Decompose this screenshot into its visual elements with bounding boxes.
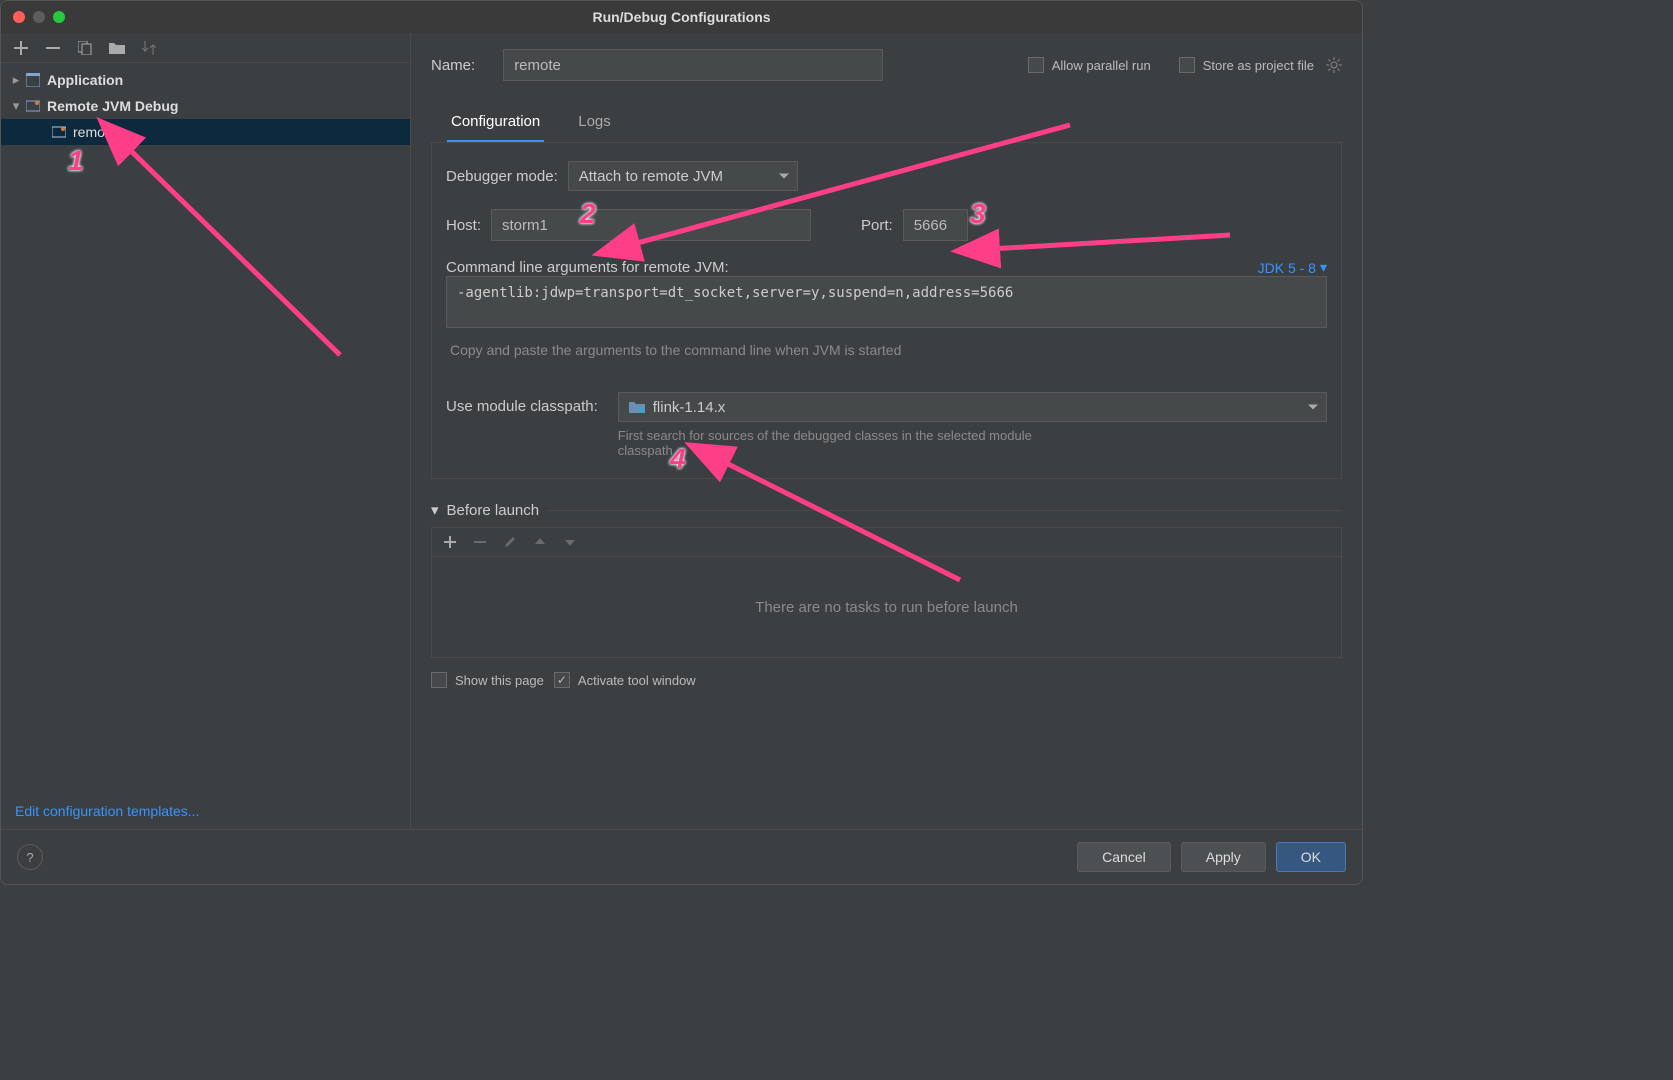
name-input[interactable]	[503, 49, 883, 81]
folder-icon[interactable]	[109, 40, 125, 56]
chevron-down-icon: ▾	[1320, 259, 1327, 276]
cmd-args-label: Command line arguments for remote JVM:	[446, 259, 729, 276]
debugger-mode-row: Debugger mode: Attach to remote JVM	[446, 161, 1327, 191]
cmd-args-section: Command line arguments for remote JVM: J…	[446, 259, 1327, 358]
copy-config-icon[interactable]	[77, 40, 93, 56]
module-classpath-value: flink-1.14.x	[653, 399, 726, 416]
apply-button[interactable]: Apply	[1181, 842, 1266, 872]
remote-debug-icon	[25, 98, 41, 114]
tab-configuration[interactable]: Configuration	[447, 107, 544, 142]
show-this-page-label: Show this page	[455, 673, 544, 688]
name-row: Name: Allow parallel run Store as projec…	[431, 49, 1342, 81]
before-launch-box: There are no tasks to run before launch	[431, 527, 1342, 658]
port-label: Port:	[861, 217, 893, 234]
before-launch-header[interactable]: ▾ Before launch	[431, 501, 1342, 519]
sidebar: ▸ Application ▾ Remote JVM Debug	[1, 33, 411, 829]
config-tree: ▸ Application ▾ Remote JVM Debug	[1, 63, 410, 793]
application-icon	[25, 72, 41, 88]
allow-parallel-checkbox-row[interactable]: Allow parallel run	[1028, 57, 1151, 73]
store-as-project-checkbox[interactable]	[1179, 57, 1195, 73]
titlebar: Run/Debug Configurations	[1, 1, 1362, 33]
tree-label: Application	[47, 72, 123, 88]
window-title: Run/Debug Configurations	[1, 9, 1362, 25]
tabs: Configuration Logs	[431, 107, 1342, 143]
module-classpath-select[interactable]: flink-1.14.x	[618, 392, 1327, 422]
store-as-project-label: Store as project file	[1203, 58, 1314, 73]
cancel-button[interactable]: Cancel	[1077, 842, 1171, 872]
debugger-mode-select[interactable]: Attach to remote JVM	[568, 161, 798, 191]
help-button[interactable]: ?	[17, 844, 43, 870]
move-up-icon[interactable]	[532, 534, 548, 550]
debugger-mode-value: Attach to remote JVM	[579, 168, 723, 185]
add-task-icon[interactable]	[442, 534, 458, 550]
edit-templates-link[interactable]: Edit configuration templates...	[15, 803, 199, 819]
remote-config-icon	[51, 124, 67, 140]
activate-tool-window-label: Activate tool window	[578, 673, 696, 688]
allow-parallel-label: Allow parallel run	[1052, 58, 1151, 73]
allow-parallel-checkbox[interactable]	[1028, 57, 1044, 73]
minimize-window-button[interactable]	[33, 11, 45, 23]
store-as-project-checkbox-row[interactable]: Store as project file	[1179, 57, 1342, 73]
cmd-args-header: Command line arguments for remote JVM: J…	[446, 259, 1327, 276]
sort-icon[interactable]	[141, 40, 157, 56]
remove-task-icon[interactable]	[472, 534, 488, 550]
gear-icon[interactable]	[1326, 57, 1342, 73]
before-launch-empty-text: There are no tasks to run before launch	[432, 557, 1341, 657]
remove-config-icon[interactable]	[45, 40, 61, 56]
show-this-page-checkbox[interactable]	[431, 672, 447, 688]
chevron-right-icon: ▸	[9, 72, 23, 88]
bottom-options: Show this page Activate tool window	[431, 672, 1342, 688]
maximize-window-button[interactable]	[53, 11, 65, 23]
edit-task-icon[interactable]	[502, 534, 518, 550]
show-this-page-row[interactable]: Show this page	[431, 672, 544, 688]
chevron-down-icon: ▾	[431, 501, 439, 519]
dialog-footer: ? Cancel Apply OK	[1, 829, 1362, 884]
tab-logs[interactable]: Logs	[574, 107, 615, 142]
before-launch-label: Before launch	[447, 502, 540, 519]
cmd-args-textarea[interactable]: -agentlib:jdwp=transport=dt_socket,serve…	[446, 276, 1327, 328]
tree-item-remote-jvm-debug[interactable]: ▾ Remote JVM Debug	[1, 93, 410, 119]
chevron-down-icon: ▾	[9, 98, 23, 114]
configuration-panel: Debugger mode: Attach to remote JVM Host…	[431, 143, 1342, 479]
tree-label: Remote JVM Debug	[47, 98, 178, 114]
port-input[interactable]	[903, 209, 968, 241]
host-label: Host:	[446, 217, 481, 234]
host-port-row: Host: Port:	[446, 209, 1327, 241]
traffic-lights	[13, 11, 65, 23]
module-classpath-hint: First search for sources of the debugged…	[618, 428, 1058, 458]
divider	[547, 510, 1342, 511]
module-classpath-label: Use module classpath:	[446, 392, 598, 415]
close-window-button[interactable]	[13, 11, 25, 23]
add-config-icon[interactable]	[13, 40, 29, 56]
before-launch-toolbar	[432, 528, 1341, 557]
tree-label: remote	[73, 124, 117, 140]
tree-item-application[interactable]: ▸ Application	[1, 67, 410, 93]
activate-tool-window-checkbox[interactable]	[554, 672, 570, 688]
jdk-version-dropdown[interactable]: JDK 5 - 8 ▾	[1258, 259, 1327, 276]
run-debug-config-dialog: Run/Debug Configurations	[0, 0, 1363, 885]
cmd-args-hint: Copy and paste the arguments to the comm…	[446, 342, 1327, 358]
dialog-body: ▸ Application ▾ Remote JVM Debug	[1, 33, 1362, 829]
name-label: Name:	[431, 57, 475, 74]
tree-item-remote[interactable]: remote	[1, 119, 410, 145]
activate-tool-window-row[interactable]: Activate tool window	[554, 672, 696, 688]
module-classpath-row: Use module classpath: flink-1.14.x First…	[446, 392, 1327, 458]
sidebar-footer: Edit configuration templates...	[1, 793, 410, 829]
folder-icon	[629, 400, 645, 414]
move-down-icon[interactable]	[562, 534, 578, 550]
ok-button[interactable]: OK	[1276, 842, 1346, 872]
main-panel: Name: Allow parallel run Store as projec…	[411, 33, 1362, 829]
host-input[interactable]	[491, 209, 811, 241]
debugger-mode-label: Debugger mode:	[446, 168, 558, 185]
sidebar-toolbar	[1, 33, 410, 63]
